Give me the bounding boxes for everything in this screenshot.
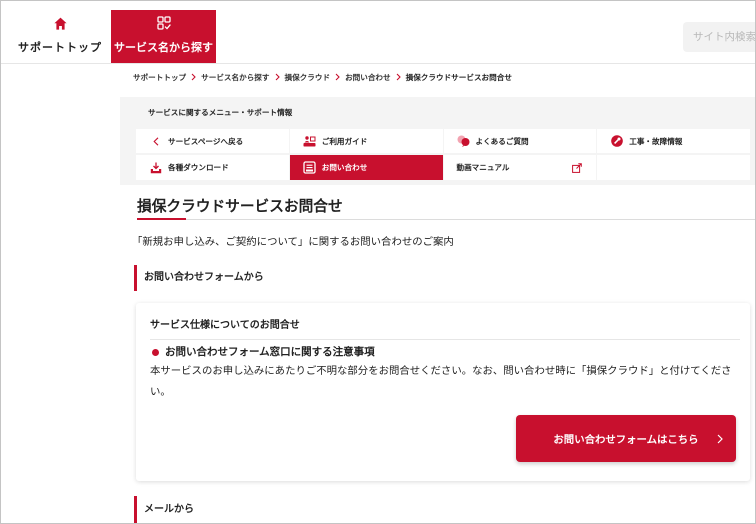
menu-item-label: 工事・故障情報 bbox=[629, 136, 683, 146]
card-title: サービス仕様についてのお問合せ bbox=[150, 320, 300, 331]
chevron-right-icon bbox=[717, 434, 723, 444]
menu-item-label: よくあるご質問 bbox=[475, 136, 529, 146]
nav-support-top-label: サポートトップ bbox=[18, 41, 102, 54]
page-title: 損保クラウドサービスお問合せ bbox=[137, 198, 343, 215]
card-divider bbox=[150, 339, 740, 340]
external-link-icon bbox=[572, 162, 583, 173]
menu-item-user-guide[interactable]: ご利用ガイド bbox=[289, 129, 443, 153]
form-icon bbox=[303, 161, 317, 174]
chevron-right-icon bbox=[275, 73, 280, 81]
guide-icon bbox=[303, 135, 317, 147]
page-description: 「新規お申し込み、ご契約について」に関するお問い合わせのご案内 bbox=[132, 236, 454, 248]
bullet-icon bbox=[152, 348, 159, 356]
breadcrumb-current: 損保クラウドサービスお問合せ bbox=[405, 72, 512, 82]
section-heading-mail: メールから bbox=[134, 496, 194, 523]
site-search-input[interactable] bbox=[683, 22, 755, 52]
service-menu-grid: サービスページへ戻る ご利用ガイド よくあるご質問 工事・故障情報 各種ダウンロ… bbox=[136, 129, 750, 180]
contact-form-button[interactable]: お問い合わせフォームはこちら bbox=[516, 415, 736, 462]
nav-find-by-service[interactable]: サービス名から探す bbox=[111, 10, 216, 63]
contact-form-button-label: お問い合わせフォームはこちら bbox=[553, 434, 699, 446]
alert-wrench-icon bbox=[610, 135, 624, 147]
notice-heading: お問い合わせフォーム窓口に関する注意事項 bbox=[152, 345, 375, 359]
section-heading-form: お問い合わせフォームから bbox=[134, 265, 264, 291]
breadcrumb-item-sonpo-cloud[interactable]: 損保クラウド bbox=[285, 72, 331, 83]
contact-form-card: サービス仕様についてのお問合せ お問い合わせフォーム窓口に関する注意事項 本サー… bbox=[136, 303, 750, 481]
grid-check-icon bbox=[156, 16, 171, 31]
chevron-right-icon bbox=[335, 73, 340, 81]
menu-item-label: 各種ダウンロード bbox=[168, 163, 229, 172]
menu-item-contact[interactable]: お問い合わせ bbox=[289, 155, 443, 180]
chevron-left-icon bbox=[149, 136, 163, 146]
title-underline-rule bbox=[186, 219, 755, 220]
download-icon bbox=[149, 162, 163, 174]
menu-item-downloads[interactable]: 各種ダウンロード bbox=[136, 155, 289, 180]
menu-item-label: ご利用ガイド bbox=[321, 136, 368, 146]
nav-support-top[interactable]: サポートトップ bbox=[8, 10, 112, 63]
menu-item-back-to-service[interactable]: サービスページへ戻る bbox=[136, 129, 289, 153]
breadcrumb-item-find-by-service[interactable]: サービス名から探す bbox=[201, 72, 269, 83]
house-icon bbox=[53, 16, 67, 31]
chevron-right-icon bbox=[191, 73, 196, 81]
page-frame: サポートトップ サービス名から探す サポートトップ サービス名から探す 損保クラ… bbox=[0, 0, 756, 524]
menu-item-label: 動画マニュアル bbox=[456, 163, 510, 172]
site-header: サポートトップ サービス名から探す bbox=[1, 1, 755, 64]
notice-text: 本サービスのお申し込みにあたりご不明な部分をお問合せください。なお、問い合わせ時… bbox=[150, 365, 732, 398]
menu-item-faq[interactable]: よくあるご質問 bbox=[443, 129, 597, 153]
breadcrumb: サポートトップ サービス名から探す 損保クラウド お問い合わせ 損保クラウドサー… bbox=[133, 71, 512, 83]
menu-item-maintenance-info[interactable]: 工事・故障情報 bbox=[597, 129, 750, 153]
menu-item-label: お問い合わせ bbox=[321, 163, 368, 172]
breadcrumb-item-contact[interactable]: お問い合わせ bbox=[345, 72, 391, 83]
service-menu: サービスに関するメニュー・サポート情報 サービスページへ戻る ご利用ガイド よく… bbox=[120, 97, 755, 185]
title-underline-accent bbox=[137, 218, 186, 220]
menu-item-label: サービスページへ戻る bbox=[168, 136, 244, 146]
notice-heading-text: お問い合わせフォーム窓口に関する注意事項 bbox=[165, 346, 375, 358]
faq-icon bbox=[457, 135, 471, 147]
service-menu-title: サービスに関するメニュー・サポート情報 bbox=[148, 108, 293, 117]
menu-item-video-manual[interactable]: 動画マニュアル bbox=[443, 155, 597, 180]
nav-find-by-service-label: サービス名から探す bbox=[114, 41, 213, 54]
breadcrumb-item-support-top[interactable]: サポートトップ bbox=[133, 72, 186, 83]
menu-empty-cell bbox=[597, 155, 750, 180]
chevron-right-icon bbox=[396, 73, 401, 81]
